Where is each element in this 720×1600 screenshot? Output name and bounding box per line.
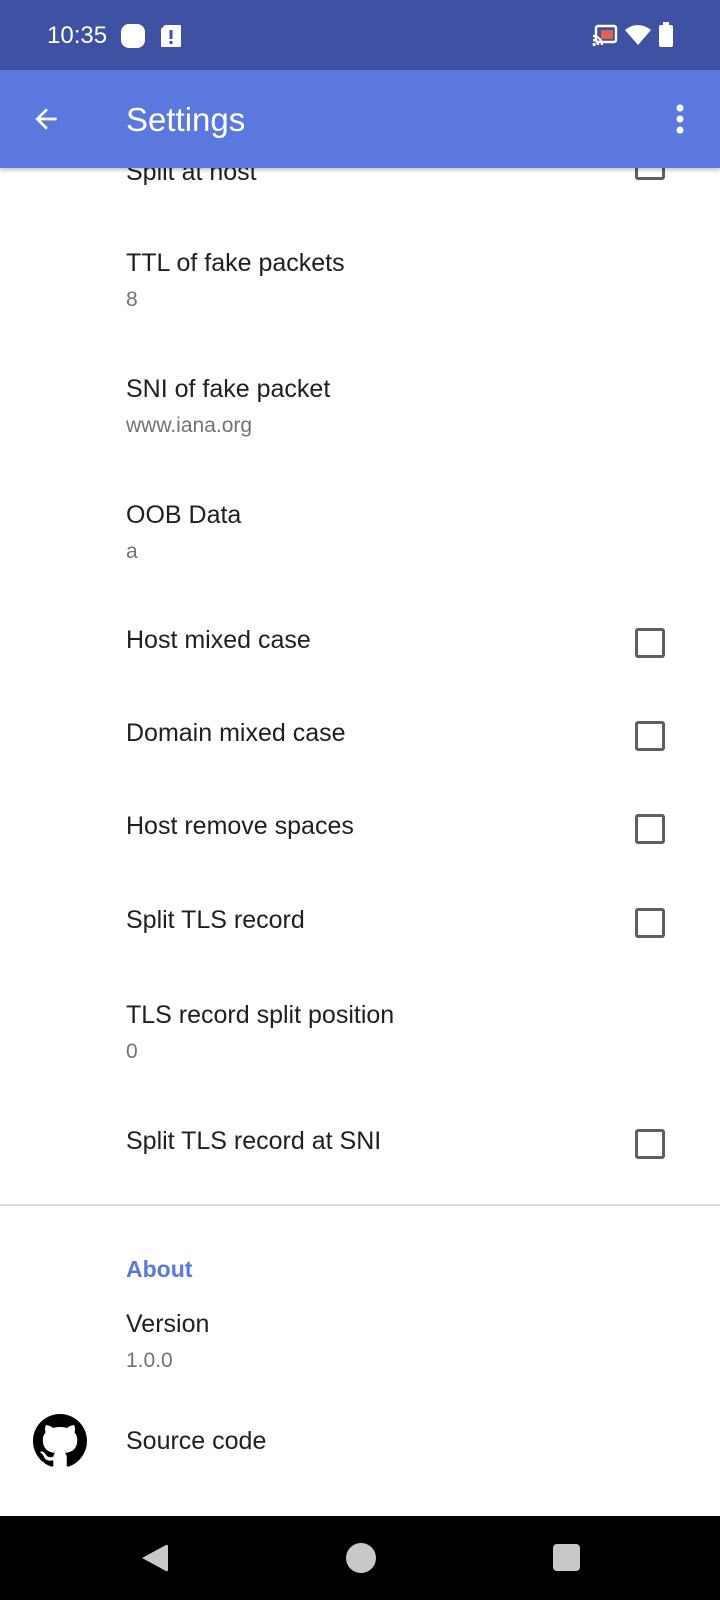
- pref-ttl-fake-packets[interactable]: TTL of fake packets 8: [0, 218, 720, 344]
- split-tls-record-at-sni-checkbox[interactable]: [635, 1129, 665, 1159]
- navigation-bar: [0, 1516, 720, 1600]
- pref-summary: a: [126, 540, 138, 563]
- pref-summary: www.iana.org: [126, 414, 253, 437]
- notification-square-icon: [121, 24, 145, 48]
- pref-split-tls-record-at-sni[interactable]: Split TLS record at SNI: [0, 1098, 720, 1194]
- host-mixed-case-checkbox[interactable]: [635, 628, 665, 658]
- battery-icon: [659, 22, 673, 47]
- pref-domain-mixed-case[interactable]: Domain mixed case: [0, 690, 720, 784]
- pref-title: Source code: [126, 1427, 267, 1455]
- alert-badge-icon: [161, 25, 181, 47]
- pref-host-mixed-case[interactable]: Host mixed case: [0, 596, 720, 690]
- cast-icon: [592, 24, 618, 47]
- pref-oob-data[interactable]: OOB Data a: [0, 470, 720, 596]
- about-category-title: About: [126, 1256, 193, 1282]
- pref-title: Domain mixed case: [126, 719, 346, 747]
- more-vert-icon: [676, 104, 684, 134]
- status-bar: 10:35: [0, 0, 720, 70]
- wifi-icon: [625, 25, 651, 45]
- page-title: Settings: [126, 101, 246, 138]
- more-options-button[interactable]: [660, 95, 700, 143]
- section-divider: [0, 1204, 720, 1206]
- host-remove-spaces-checkbox[interactable]: [635, 814, 665, 844]
- arrow-back-icon: [35, 108, 57, 130]
- pref-host-remove-spaces[interactable]: Host remove spaces: [0, 784, 720, 878]
- pref-split-at-host[interactable]: Split at host: [0, 168, 720, 218]
- nav-recents-icon[interactable]: [553, 1544, 580, 1571]
- split-at-host-checkbox[interactable]: [635, 168, 665, 180]
- pref-title: SNI of fake packet: [126, 375, 331, 403]
- back-button[interactable]: [22, 95, 70, 143]
- pref-title: Version: [126, 1310, 210, 1338]
- domain-mixed-case-checkbox[interactable]: [635, 721, 665, 751]
- pref-title: TLS record split position: [126, 1001, 395, 1029]
- pref-title: OOB Data: [126, 501, 242, 529]
- status-time: 10:35: [47, 22, 108, 49]
- pref-title: Split TLS record: [126, 906, 305, 934]
- pref-source-code[interactable]: Source code: [0, 1408, 720, 1508]
- pref-summary: 1.0.0: [126, 1349, 173, 1372]
- pref-title: Split at host: [126, 168, 257, 186]
- nav-back-icon[interactable]: [138, 1542, 172, 1574]
- nav-home-icon[interactable]: [346, 1543, 376, 1573]
- pref-summary: 0: [126, 1040, 138, 1063]
- pref-version[interactable]: Version 1.0.0: [0, 1292, 720, 1408]
- pref-sni-fake-packet[interactable]: SNI of fake packet www.iana.org: [0, 344, 720, 470]
- github-icon: [33, 1414, 87, 1467]
- pref-split-tls-record[interactable]: Split TLS record: [0, 878, 720, 972]
- pref-title: Split TLS record at SNI: [126, 1127, 382, 1155]
- pref-title: Host mixed case: [126, 626, 311, 654]
- pref-summary: 8: [126, 288, 138, 311]
- pref-title: TTL of fake packets: [126, 249, 345, 277]
- app-bar: Settings: [0, 70, 720, 168]
- settings-list[interactable]: Split at host TTL of fake packets 8 SNI …: [0, 168, 720, 1516]
- pref-tls-record-split-position[interactable]: TLS record split position 0: [0, 972, 720, 1098]
- split-tls-record-checkbox[interactable]: [635, 908, 665, 938]
- pref-title: Host remove spaces: [126, 812, 354, 840]
